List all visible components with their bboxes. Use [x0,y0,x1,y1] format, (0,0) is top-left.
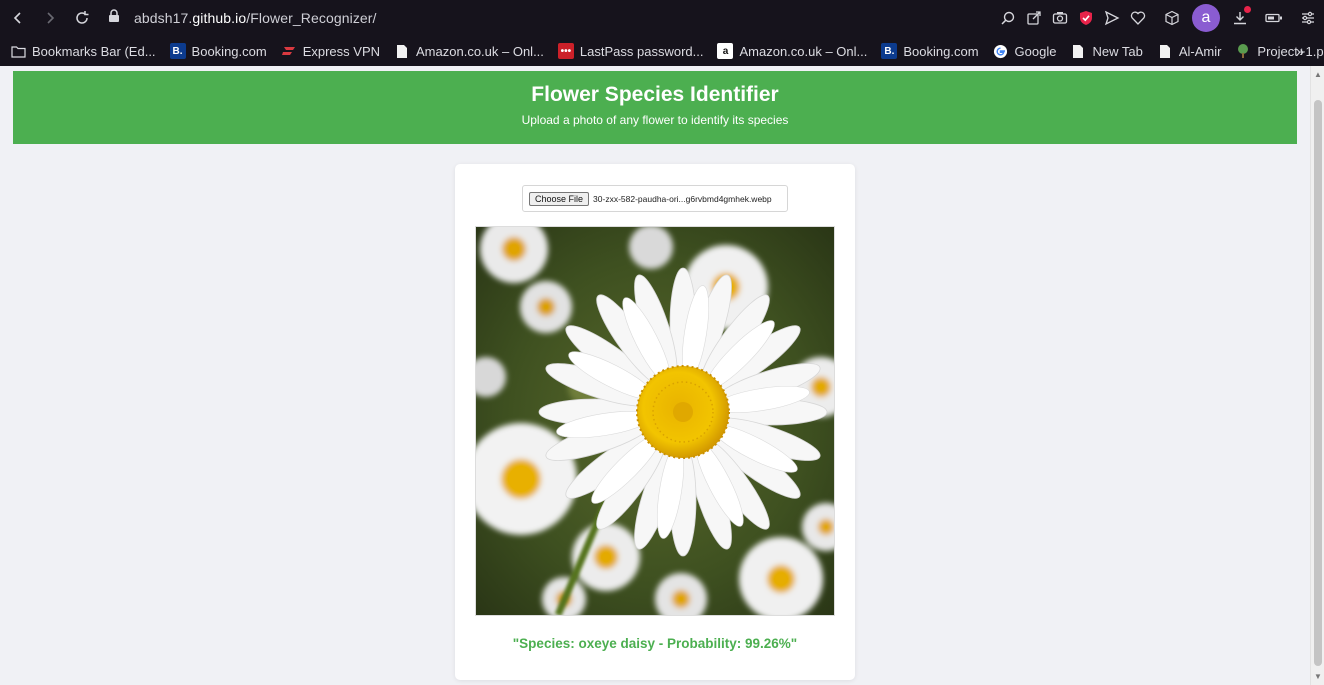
bookmark-label: LastPass password... [579,43,704,59]
lock-icon[interactable] [108,8,120,28]
url-path: /Flower_Recognizer/ [246,10,377,26]
page-scrollbar[interactable]: ▲ ▼ [1310,66,1324,685]
bookmark-label: Bookmarks Bar (Ed... [32,43,156,59]
adblock-shield-icon[interactable] [1076,0,1096,36]
bookmark-label: Amazon.co.uk – Onl... [416,43,544,59]
bookmarks-overflow-icon[interactable]: » [1296,36,1304,66]
back-icon[interactable] [2,0,34,36]
page-icon [1070,43,1086,59]
forward-icon[interactable] [34,0,66,36]
app-header: Flower Species Identifier Upload a photo… [13,71,1297,144]
scroll-up-icon[interactable]: ▲ [1314,70,1322,79]
bookmark-item[interactable]: a Amazon.co.uk – Onl... [717,36,867,66]
address-bar[interactable]: abdsh17.github.io/Flower_Recognizer/ [134,10,377,26]
reload-icon[interactable] [66,0,98,36]
selected-file-name: 30-zxx-582-paudha-ori...g6rvbmd4gmhek.we… [593,193,772,204]
page-icon [1157,43,1173,59]
upload-card: Choose File 30-zxx-582-paudha-ori...g6rv… [455,164,855,680]
download-icon[interactable] [1230,0,1251,36]
bookmark-label: Amazon.co.uk – Onl... [739,43,868,59]
heart-icon[interactable] [1128,0,1148,36]
bookmark-label: Express VPN [302,43,381,59]
page-viewport: Flower Species Identifier Upload a photo… [0,66,1310,685]
expressvpn-icon [281,43,297,59]
send-icon[interactable] [1102,0,1122,36]
bookmark-label: Google [1014,43,1057,59]
share-icon[interactable] [1024,0,1044,36]
booking-icon: B. [881,43,898,59]
bookmark-label: Al-Amir [1178,43,1222,59]
page-subtitle: Upload a photo of any flower to identify… [521,113,789,127]
bookmark-item[interactable]: Amazon.co.uk – Onl... [394,36,544,66]
booking-icon: B. [169,43,186,59]
bookmark-label: Booking.com [903,43,979,59]
camera-icon[interactable] [1050,0,1070,36]
profile-avatar[interactable]: a [1192,4,1220,32]
notification-dot [1244,6,1251,13]
scroll-down-icon[interactable]: ▼ [1314,672,1322,681]
search-icon[interactable] [998,0,1018,36]
bookmark-folder[interactable]: Bookmarks Bar (Ed... [10,36,156,66]
bookmark-label: Project+1.pdf [1257,43,1324,59]
bookmark-item[interactable]: Project+1.pdf [1235,36,1324,66]
bookmark-item[interactable]: Al-Amir [1157,36,1222,66]
bookmarks-bar: Bookmarks Bar (Ed... B. Booking.com Expr… [0,36,1324,66]
tree-icon [1235,43,1251,59]
cube-icon[interactable] [1162,0,1182,36]
page-title: Flower Species Identifier [531,83,779,106]
folder-icon [10,43,26,59]
prediction-result: "Species: oxeye daisy - Probability: 99.… [512,636,798,651]
bookmark-item[interactable]: B. Booking.com [881,36,979,66]
scrollbar-thumb[interactable] [1314,100,1322,666]
amazon-icon: a [717,43,734,59]
page-icon [394,43,410,59]
bookmark-item[interactable]: Google [993,36,1057,66]
google-icon [993,43,1009,59]
bookmark-label: New Tab [1092,43,1143,59]
bookmark-label: Booking.com [191,43,267,59]
lastpass-icon: ••• [557,43,574,59]
menu-icon[interactable] [1298,0,1318,36]
bookmark-item[interactable]: ••• LastPass password... [557,36,704,66]
browser-toolbar: abdsh17.github.io/Flower_Recognizer/ a [0,0,1324,36]
file-input[interactable]: Choose File 30-zxx-582-paudha-ori...g6rv… [522,185,788,212]
bookmark-item[interactable]: Express VPN [281,36,380,66]
flower-preview-image [475,226,835,616]
url-domain: github.io [192,10,247,26]
bookmark-item[interactable]: B. Booking.com [169,36,267,66]
bookmark-item[interactable]: New Tab [1070,36,1143,66]
url-prefix: abdsh17. [134,10,193,26]
choose-file-button[interactable]: Choose File [529,191,590,206]
battery-icon[interactable] [1264,0,1284,36]
